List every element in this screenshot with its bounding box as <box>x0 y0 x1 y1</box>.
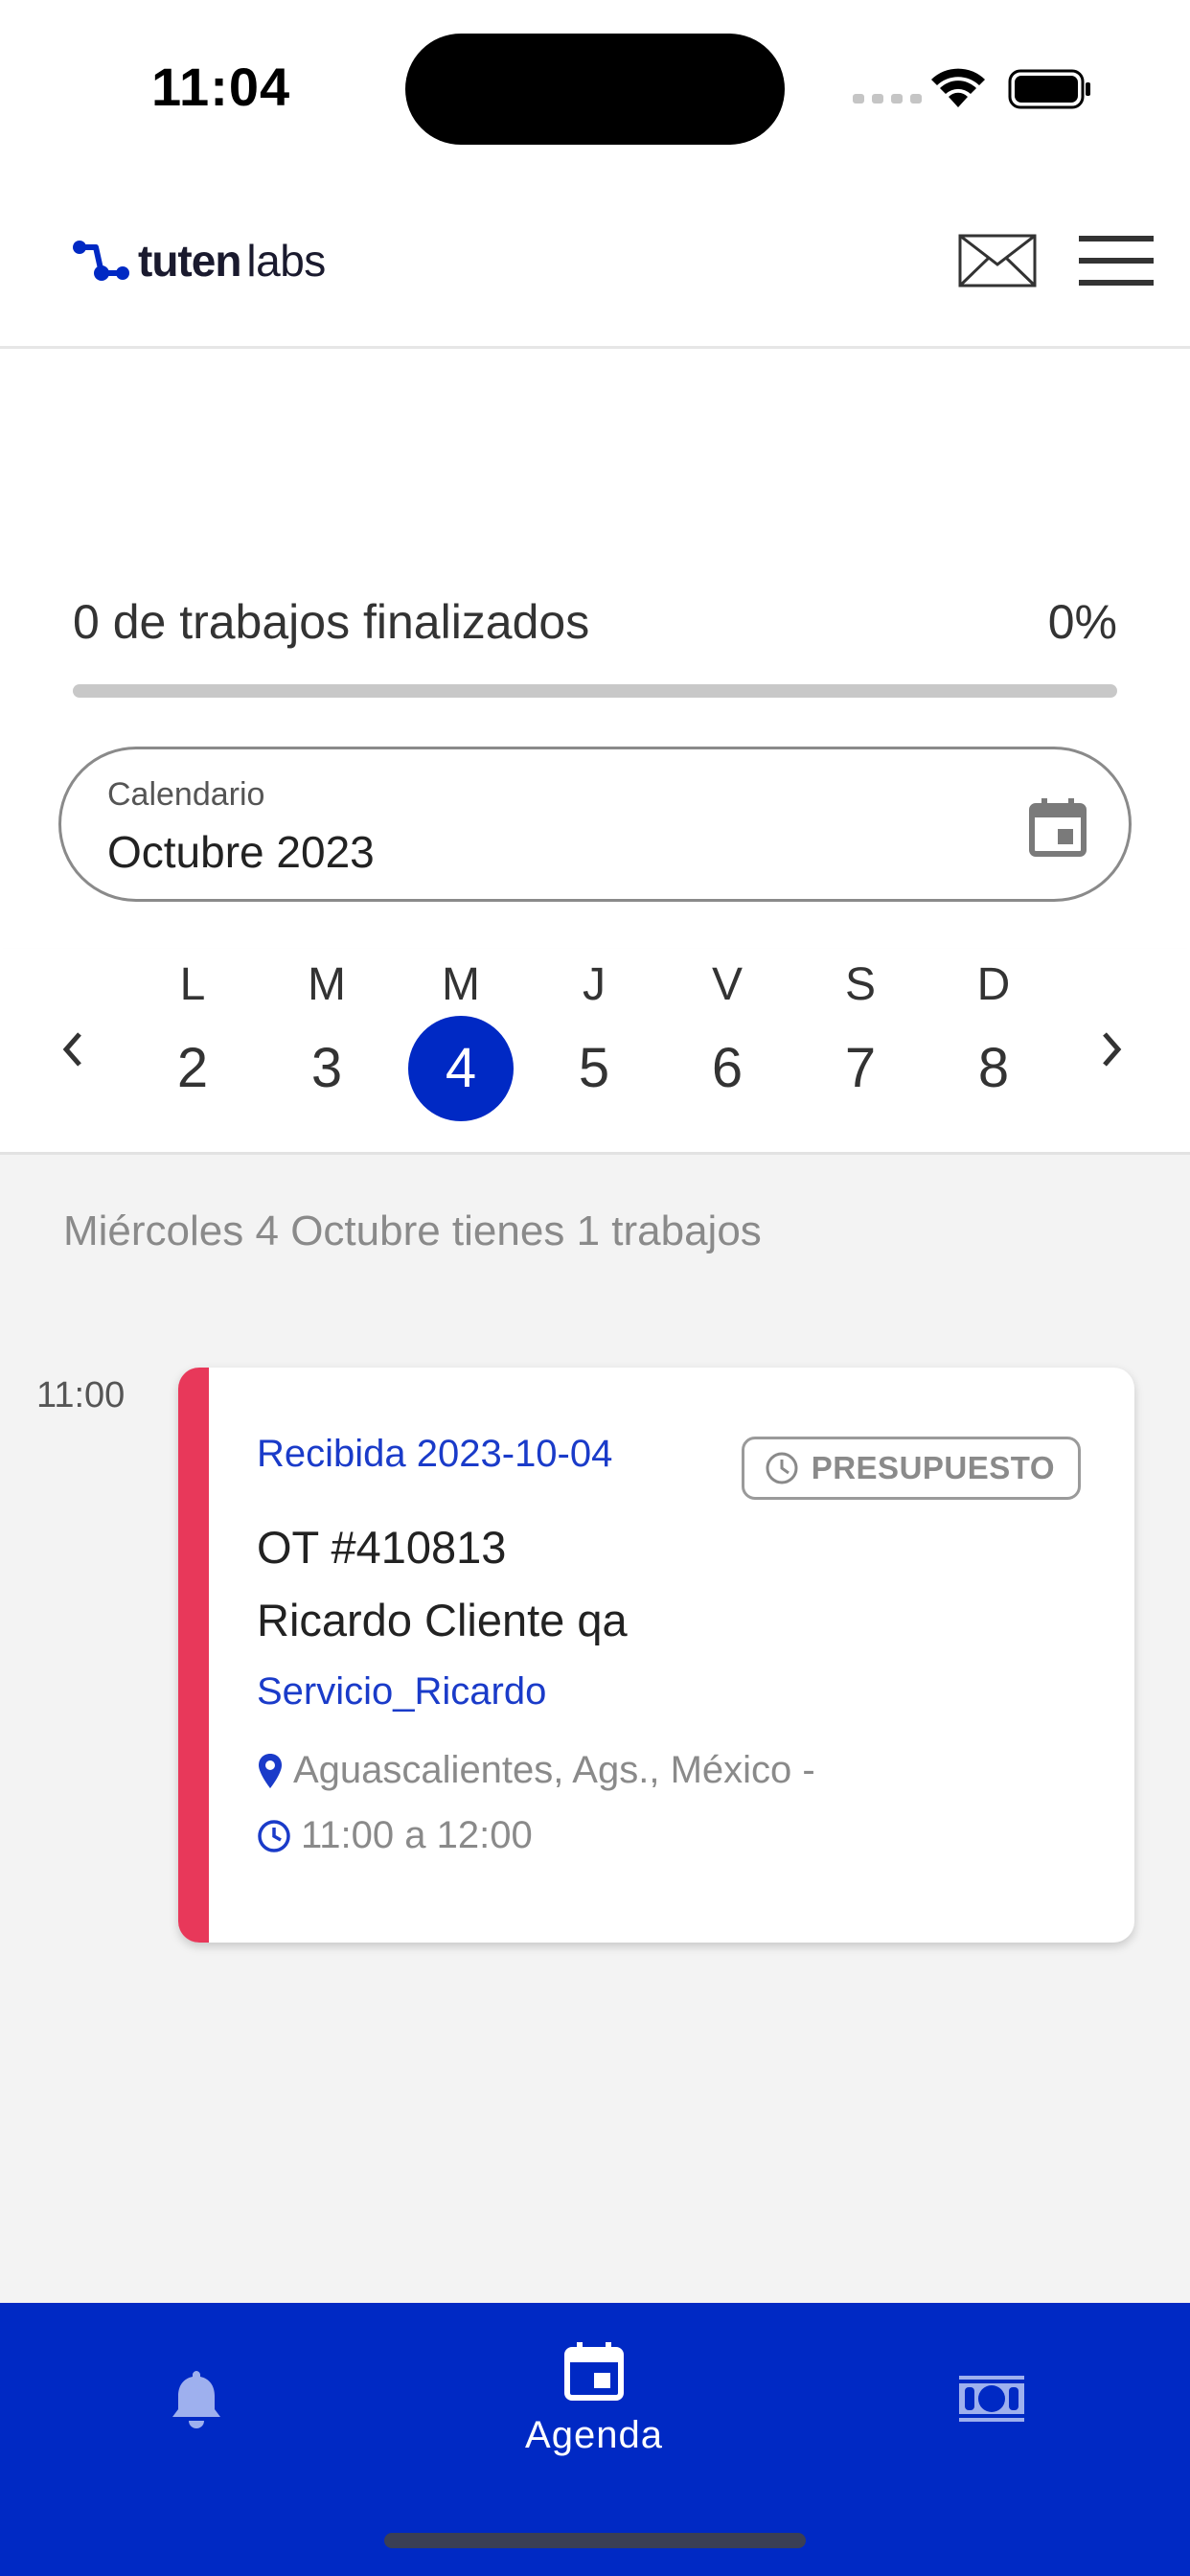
day-letter: L <box>179 959 206 1010</box>
status-badge: PRESUPUESTO <box>741 1437 1081 1500</box>
day-saturday[interactable]: S 7 <box>803 949 918 1121</box>
day-letter: M <box>442 959 480 1010</box>
calendar-field-label: Calendario <box>107 776 265 813</box>
dynamic-island <box>405 34 785 145</box>
day-wednesday[interactable]: M 4 <box>403 949 518 1121</box>
logo-text-light: labs <box>246 236 326 286</box>
chevron-left-icon <box>62 1032 81 1067</box>
clock-icon <box>766 1452 798 1484</box>
home-indicator <box>384 2533 806 2548</box>
progress-label: 0 de trabajos finalizados <box>73 595 590 649</box>
job-location: Aguascalientes, Ags., México - <box>257 1749 815 1792</box>
day-number: 2 <box>176 1037 209 1099</box>
day-number: 5 <box>578 1037 610 1099</box>
day-thursday[interactable]: J 5 <box>537 949 652 1121</box>
wifi-icon <box>931 68 985 107</box>
day-number: 8 <box>977 1037 1010 1099</box>
day-letter: M <box>308 959 346 1010</box>
calendar-month-field[interactable]: Calendario Octubre 2023 <box>58 747 1132 902</box>
job-service-name: Servicio_Ricardo <box>257 1670 547 1713</box>
slot-time: 11:00 <box>36 1375 126 1415</box>
job-client-name: Ricardo Cliente qa <box>257 1595 628 1645</box>
job-received-date: Recibida 2023-10-04 <box>257 1433 613 1475</box>
location-pin-icon <box>259 1753 282 1788</box>
day-friday[interactable]: V 6 <box>670 949 785 1121</box>
day-number-selected: 4 <box>408 1016 514 1121</box>
previous-week-button[interactable] <box>44 1006 102 1092</box>
day-summary: Miércoles 4 Octubre tienes 1 trabajos <box>63 1208 762 1254</box>
day-monday[interactable]: L 2 <box>135 949 250 1121</box>
day-letter: J <box>583 959 606 1010</box>
nav-payments[interactable] <box>920 2303 1064 2495</box>
status-time: 11:04 <box>151 57 291 117</box>
progress-percent: 0% <box>1047 595 1117 649</box>
day-sunday[interactable]: D 8 <box>936 949 1051 1121</box>
logo-text-bold: tuten <box>138 236 241 286</box>
day-letter: D <box>976 959 1011 1010</box>
job-card-status-stripe <box>178 1368 209 1943</box>
battery-icon <box>1008 69 1090 109</box>
nav-agenda-label: Agenda <box>525 2413 663 2456</box>
calendar-icon <box>564 2341 624 2401</box>
job-hours-text: 11:00 a 12:00 <box>301 1814 533 1856</box>
hamburger-menu-icon[interactable] <box>1077 234 1156 288</box>
nav-notifications[interactable] <box>125 2303 268 2495</box>
nav-agenda[interactable]: Agenda <box>479 2303 709 2495</box>
mail-icon[interactable] <box>958 234 1037 288</box>
cellular-signal-icon <box>853 94 922 104</box>
calendar-icon[interactable] <box>1029 797 1087 857</box>
day-tuesday[interactable]: M 3 <box>269 949 384 1121</box>
job-card[interactable]: Recibida 2023-10-04 PRESUPUESTO OT #4108… <box>178 1368 1134 1943</box>
day-letter: S <box>844 959 876 1010</box>
chevron-right-icon <box>1103 1032 1122 1067</box>
day-letter: V <box>711 959 743 1010</box>
app-header: tuten labs <box>0 172 1190 349</box>
job-ot-number: OT #410813 <box>257 1522 507 1573</box>
progress-bar <box>73 684 1117 698</box>
agenda-content: Miércoles 4 Octubre tienes 1 trabajos 11… <box>0 1155 1190 2303</box>
day-number: 7 <box>844 1037 877 1099</box>
status-badge-label: PRESUPUESTO <box>811 1450 1055 1485</box>
day-number: 6 <box>711 1037 744 1099</box>
status-bar: 11:04 <box>0 0 1190 172</box>
next-week-button[interactable] <box>1083 1006 1140 1092</box>
job-hours: 11:00 a 12:00 <box>257 1814 533 1857</box>
tutenlabs-logo: tuten labs <box>71 235 326 287</box>
day-number: 3 <box>310 1037 343 1099</box>
job-location-text: Aguascalientes, Ags., México - <box>293 1749 815 1791</box>
calendar-field-value: Octubre 2023 <box>107 827 375 877</box>
cash-icon <box>959 2376 1024 2422</box>
clock-icon <box>258 1819 290 1852</box>
logo-mark-icon <box>73 241 129 281</box>
week-strip: L 2 M 3 M 4 J 5 V 6 S 7 D 8 <box>0 949 1190 1155</box>
bell-icon <box>172 2371 220 2428</box>
